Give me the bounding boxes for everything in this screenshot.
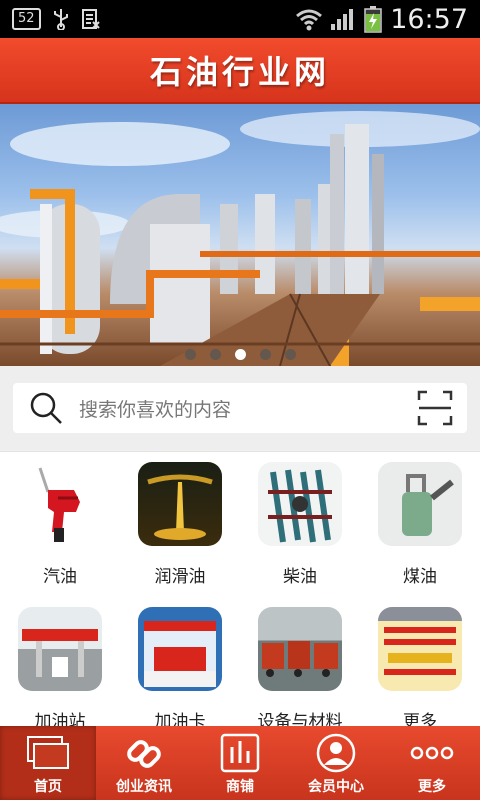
notification-badge: 52 [12,8,41,30]
carousel-dot[interactable] [209,349,221,360]
category-diesel[interactable]: 柴油 [240,452,360,592]
search-placeholder: 搜索你喜欢的内容 [79,398,232,421]
carousel-dots [0,349,480,360]
category-label: 润滑油 [154,567,206,587]
page-title: 石油行业网 [149,53,330,91]
home-icon [27,736,69,769]
document-icon [81,9,100,29]
category-label: 柴油 [283,567,317,587]
search-input[interactable]: 搜索你喜欢的内容 [13,383,467,433]
bottom-tab-bar: 首页 创业资讯 商铺 会员中心 更多 [0,726,480,800]
category-more[interactable]: 更多 [360,597,480,737]
usb-icon [53,9,68,30]
tab-label: 更多 [418,779,446,795]
tab-more[interactable]: 更多 [384,726,480,800]
scan-icon[interactable] [417,390,453,426]
category-fuel-card[interactable]: 加油卡 [120,597,240,737]
more-dots-icon [410,746,454,760]
search-section: 搜索你喜欢的内容 [0,366,480,450]
carousel-dot-active[interactable] [234,349,246,360]
wifi-icon [296,9,323,31]
category-gas-station[interactable]: 加油站 [0,597,120,737]
link-icon [127,740,161,768]
gas-station-icon [18,607,102,691]
fuel-nozzle-icon [18,462,102,546]
app-header: 石油行业网 [0,38,480,104]
category-label: 煤油 [403,567,437,587]
tab-label: 创业资讯 [116,779,172,795]
tab-home[interactable]: 首页 [0,726,96,800]
category-gasoline[interactable]: 汽油 [0,452,120,592]
user-icon [316,733,356,773]
banner-image [0,111,480,366]
trucks-icon [258,607,342,691]
tab-label: 商铺 [226,779,254,795]
category-kerosene[interactable]: 煤油 [360,452,480,592]
lubricant-pour-icon [138,462,222,546]
banner-carousel[interactable] [0,104,480,366]
tab-shops[interactable]: 商铺 [192,726,288,800]
carousel-dot[interactable] [284,349,296,360]
poster-icon [378,607,462,691]
carousel-dot[interactable] [184,349,196,360]
carousel-dot[interactable] [259,349,271,360]
signal-icon [331,9,354,30]
status-bar: 52 16:57 [0,0,480,38]
kerosene-torch-icon [378,462,462,546]
clock: 16:57 [390,3,468,35]
category-grid: 汽油 润滑油 柴油 煤油 加油站 加油卡 设备与材料 更多 [0,451,480,732]
fuel-card-icon [138,607,222,691]
battery-charging-icon [364,6,382,33]
tab-label: 会员中心 [308,779,364,795]
category-equipment[interactable]: 设备与材料 [240,597,360,737]
search-icon [30,392,62,424]
diesel-engine-icon [258,462,342,546]
chart-icon [220,733,260,773]
category-label: 汽油 [43,567,77,587]
tab-member-center[interactable]: 会员中心 [288,726,384,800]
tab-business-news[interactable]: 创业资讯 [96,726,192,800]
tab-label: 首页 [34,779,62,795]
category-lubricant[interactable]: 润滑油 [120,452,240,592]
